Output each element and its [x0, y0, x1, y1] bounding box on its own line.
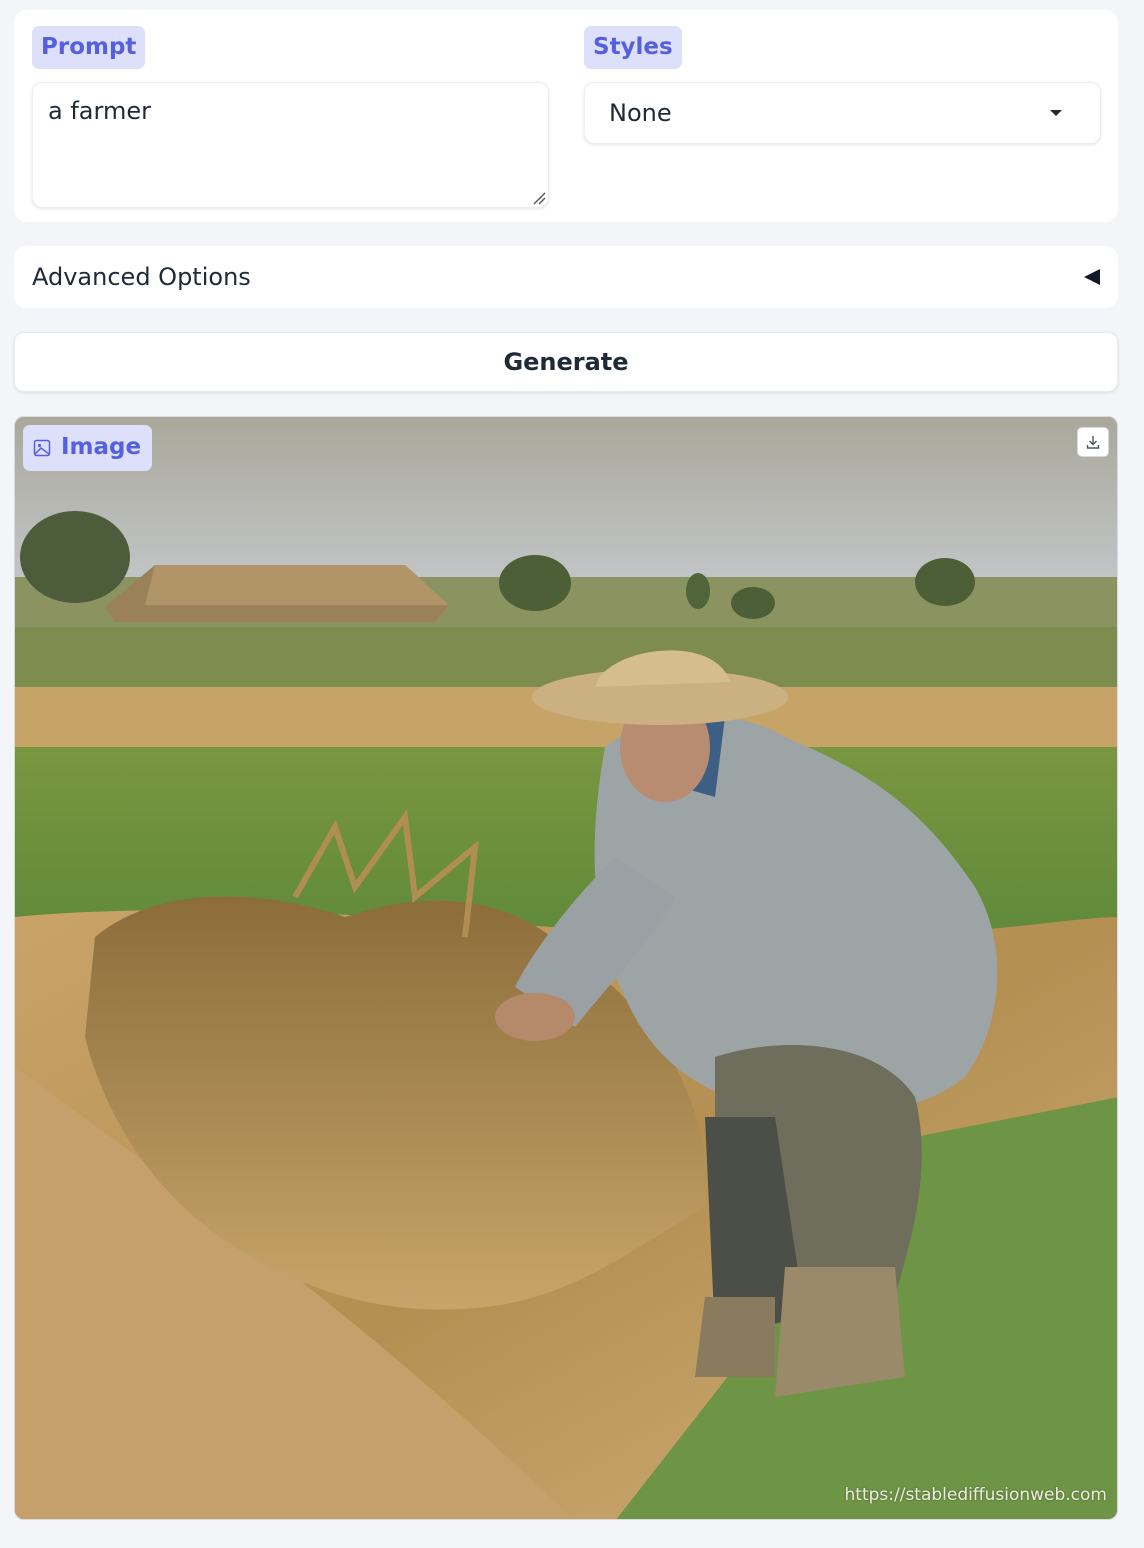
- image-icon: [33, 439, 51, 457]
- prompt-styles-panel: Prompt Styles a farmer None: [14, 10, 1118, 222]
- image-label-text: Image: [61, 434, 142, 460]
- output-image-panel: Image https://stablediffusionweb.com: [14, 416, 1118, 1520]
- image-label: Image: [23, 425, 153, 471]
- prompt-textarea[interactable]: a farmer: [32, 82, 549, 208]
- watermark-text: https://stablediffusionweb.com: [844, 1485, 1107, 1505]
- generate-button[interactable]: Generate: [14, 332, 1118, 392]
- collapse-triangle-icon: [1084, 269, 1100, 285]
- styles-selected-value: None: [609, 99, 672, 127]
- prompt-value: a farmer: [48, 97, 151, 125]
- styles-dropdown[interactable]: None: [584, 82, 1101, 144]
- prompt-label: Prompt: [32, 26, 146, 69]
- resize-grip-icon[interactable]: [532, 191, 546, 205]
- styles-label: Styles: [584, 26, 682, 69]
- download-button[interactable]: [1077, 427, 1109, 457]
- download-icon: [1086, 436, 1100, 449]
- generated-image: [15, 417, 1117, 1519]
- advanced-options-accordion[interactable]: Advanced Options: [14, 246, 1118, 308]
- chevron-down-icon: [1050, 110, 1062, 116]
- advanced-options-label: Advanced Options: [32, 263, 251, 291]
